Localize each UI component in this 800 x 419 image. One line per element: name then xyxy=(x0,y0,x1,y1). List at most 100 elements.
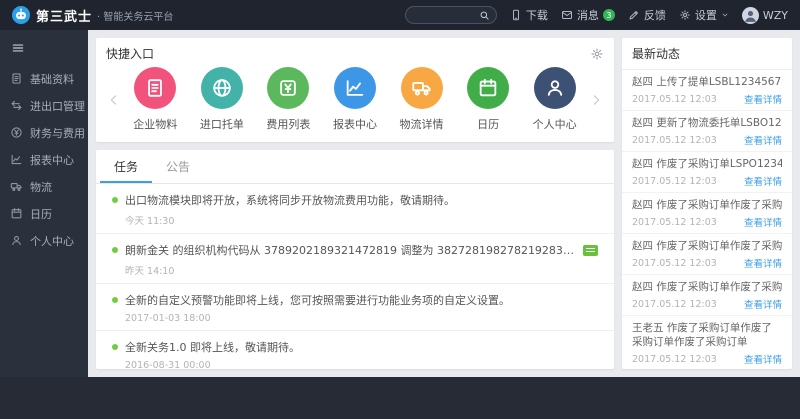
quick-entry-item[interactable]: 日历 xyxy=(457,67,519,132)
task-text: 全新的自定义预警功能即将上线，您可按照需要进行功能业务项的自定义设置。 xyxy=(125,292,510,308)
news-meta: 2017.05.12 12:03 查看详情 xyxy=(632,256,782,270)
sidebar-item[interactable]: 日历 xyxy=(0,200,88,227)
sidebar-item[interactable]: 报表中心 xyxy=(0,146,88,173)
quick-entry-item[interactable]: 物流详情 xyxy=(391,67,453,132)
sidebar-item[interactable]: 个人中心 xyxy=(0,227,88,254)
task-time: 昨天 14:10 xyxy=(125,263,598,277)
quick-entry-circle xyxy=(134,67,176,109)
quick-entry-title: 快捷入口 xyxy=(106,45,154,62)
carousel-next-button[interactable] xyxy=(588,93,604,107)
quick-settings-button[interactable] xyxy=(590,47,604,61)
news-detail-link[interactable]: 查看详情 xyxy=(744,297,782,311)
news-text: 赵四 更新了物流委托单LSBO123456789 xyxy=(632,116,782,130)
quick-entry-label: 费用列表 xyxy=(266,116,310,132)
sidebar-item-label: 基础资料 xyxy=(30,71,74,87)
news-date: 2017.05.12 12:03 xyxy=(632,354,717,365)
task-text-row: 朗新金关 的组织机构代码从 3789202189321472819 调整为 38… xyxy=(112,242,598,258)
tab-announcements[interactable]: 公告 xyxy=(152,150,204,183)
user-menu[interactable]: WZY xyxy=(742,7,788,24)
truck-icon xyxy=(10,180,23,193)
sidebar-item[interactable]: 进出口管理 xyxy=(0,92,88,119)
search-input[interactable] xyxy=(412,10,479,21)
quick-entry-item[interactable]: 企业物料 xyxy=(124,67,186,132)
task-item[interactable]: 全新的自定义预警功能即将上线，您可按照需要进行功能业务项的自定义设置。 2017… xyxy=(96,284,614,331)
task-time: 2017-01-03 18:00 xyxy=(125,313,598,324)
sidebar-item-label: 个人中心 xyxy=(30,233,74,249)
news-detail-link[interactable]: 查看详情 xyxy=(744,174,782,188)
news-list: 赵四 上传了提单LSBL123456789 2017.05.12 12:03 查… xyxy=(622,70,792,369)
messages-button[interactable]: 消息 3 xyxy=(561,7,615,23)
settings-button[interactable]: 设置 xyxy=(679,7,729,23)
trade-arrows-icon xyxy=(10,99,23,112)
sidebar: 基础资料 进出口管理 财务与费用 报表中心 xyxy=(0,30,88,377)
quick-entry-label: 进口托单 xyxy=(200,116,244,132)
quick-entry-panel: 快捷入口 xyxy=(96,38,614,142)
quick-entry-carousel: 企业物料 进口托单 xyxy=(106,67,604,132)
sidebar-item[interactable]: 基础资料 xyxy=(0,65,88,92)
top-header: 第三武士 · 智能关务云平台 下载 消息 3 反馈 设置 WZY xyxy=(0,0,800,30)
news-detail-link[interactable]: 查看详情 xyxy=(744,133,782,147)
news-date: 2017.05.12 12:03 xyxy=(632,176,717,187)
news-meta: 2017.05.12 12:03 查看详情 xyxy=(632,352,782,366)
doc-icon xyxy=(10,72,23,85)
menu-toggle-button[interactable] xyxy=(0,35,88,61)
chart-icon xyxy=(344,77,366,99)
tab-tasks[interactable]: 任务 xyxy=(100,150,152,183)
news-date: 2017.05.12 12:03 xyxy=(632,217,717,228)
task-item[interactable]: 出口物流模块即将开放，系统将同步开放物流费用功能，敬请期待。 今天 11:30 xyxy=(96,184,614,234)
news-meta: 2017.05.12 12:03 查看详情 xyxy=(632,133,782,147)
search-icon[interactable] xyxy=(479,10,490,21)
news-detail-link[interactable]: 查看详情 xyxy=(744,256,782,270)
quick-entry-item[interactable]: 个人中心 xyxy=(524,67,586,132)
chevron-down-icon xyxy=(721,11,729,19)
news-text: 赵四 上传了提单LSBL123456789 xyxy=(632,75,782,89)
sidebar-item-label: 物流 xyxy=(30,179,52,195)
download-button[interactable]: 下载 xyxy=(510,7,548,23)
quick-entry-label: 报表中心 xyxy=(333,116,377,132)
latest-news-panel: 最新动态 赵四 上传了提单LSBL123456789 2017.05.12 12… xyxy=(622,38,792,369)
sidebar-item[interactable]: 财务与费用 xyxy=(0,119,88,146)
task-item[interactable]: 全新关务1.0 即将上线，敬请期待。 2016-08-31 00:00 xyxy=(96,331,614,369)
sidebar-item-label: 日历 xyxy=(30,206,52,222)
news-detail-link[interactable]: 查看详情 xyxy=(744,352,782,366)
quick-entry-label: 个人中心 xyxy=(533,116,577,132)
quick-entry-circle xyxy=(267,67,309,109)
doc-icon xyxy=(144,77,166,99)
messages-label: 消息 xyxy=(577,7,599,23)
task-board-panel: 任务 公告 出口物流模块即将开放，系统将同步开放物流费用功能，敬请期待。 今天 … xyxy=(96,150,614,369)
calendar-icon xyxy=(10,207,23,220)
carousel-prev-button[interactable] xyxy=(106,93,122,107)
coin-icon xyxy=(10,126,23,139)
news-item: 赵四 作废了采购订单作废了采购订单LSPO123456789 2017.05.1… xyxy=(622,193,792,234)
sidebar-item-label: 进出口管理 xyxy=(30,98,85,114)
news-date: 2017.05.12 12:03 xyxy=(632,258,717,269)
mail-icon xyxy=(561,9,573,21)
sidebar-item[interactable]: 物流 xyxy=(0,173,88,200)
content-area: 快捷入口 xyxy=(88,30,800,377)
user-icon xyxy=(10,234,23,247)
avatar-icon xyxy=(742,7,759,24)
task-time: 今天 11:30 xyxy=(125,213,598,227)
quick-entry-item[interactable]: 报表中心 xyxy=(324,67,386,132)
news-date: 2017.05.12 12:03 xyxy=(632,299,717,310)
task-text: 全新关务1.0 即将上线，敬请期待。 xyxy=(125,339,300,355)
task-text-row: 全新的自定义预警功能即将上线，您可按照需要进行功能业务项的自定义设置。 xyxy=(112,292,598,308)
status-dot-icon xyxy=(112,297,118,303)
download-label: 下载 xyxy=(526,7,548,23)
quick-entry-label: 企业物料 xyxy=(133,116,177,132)
hamburger-icon xyxy=(11,41,25,55)
chart-icon xyxy=(10,153,23,166)
brand-title: 第三武士 xyxy=(36,6,92,25)
news-detail-link[interactable]: 查看详情 xyxy=(744,92,782,106)
news-date: 2017.05.12 12:03 xyxy=(632,135,717,146)
chevron-left-icon xyxy=(107,93,121,107)
news-detail-link[interactable]: 查看详情 xyxy=(744,215,782,229)
quick-entry-item[interactable]: 进口托单 xyxy=(191,67,253,132)
news-text: 赵四 作废了采购订单作废了采购订单LSPO123456789 xyxy=(632,280,782,294)
brand-robot-logo-icon xyxy=(12,6,30,24)
status-dot-icon xyxy=(112,247,118,253)
quick-entry-item[interactable]: 费用列表 xyxy=(257,67,319,132)
feedback-button[interactable]: 反馈 xyxy=(628,7,666,23)
status-dot-icon xyxy=(112,344,118,350)
task-item[interactable]: 朗新金关 的组织机构代码从 3789202189321472819 调整为 38… xyxy=(96,234,614,284)
